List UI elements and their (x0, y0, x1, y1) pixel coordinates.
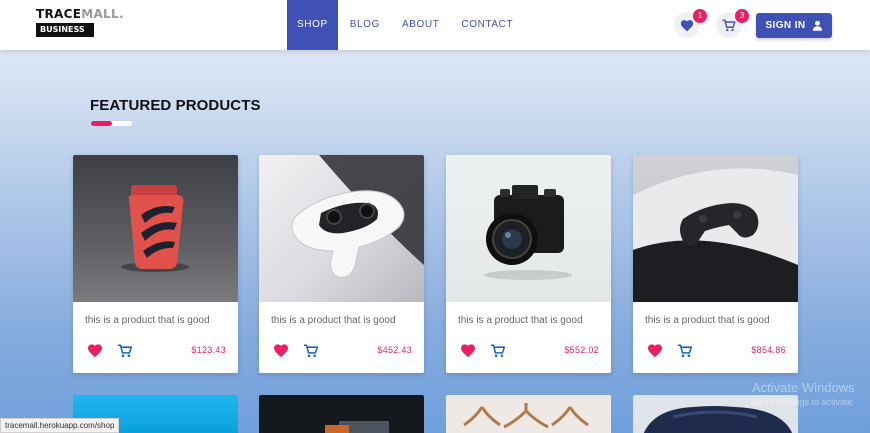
product-card[interactable]: this is a product that is good $452.43 (259, 155, 424, 373)
product-card[interactable]: this is a product that is good $552.02 (446, 155, 611, 373)
cart-icon[interactable] (677, 344, 693, 358)
product-image-camera[interactable] (446, 155, 611, 302)
cart-icon[interactable] (490, 344, 506, 358)
heart-icon (680, 19, 694, 31)
product-image-hangers[interactable] (446, 395, 611, 433)
activation-watermark: Activate Windows Go to Settings to activ… (752, 380, 855, 407)
user-icon (812, 20, 822, 31)
heart-icon[interactable] (647, 343, 663, 358)
navbar: TRACEMALL. BUSINESS SHOP BLOG ABOUT CONT… (0, 0, 870, 50)
heart-icon[interactable] (460, 343, 476, 358)
product-image-dark-product[interactable] (259, 395, 424, 433)
section-title: FEATURED PRODUCTS (90, 97, 261, 114)
nav-link-shop[interactable]: SHOP (287, 0, 338, 50)
cart-icon (722, 19, 736, 31)
wishlist-count-badge: 1 (693, 9, 707, 23)
product-image-game-console[interactable] (633, 155, 798, 302)
section-title-underline (91, 121, 132, 126)
product-price: $452.43 (377, 345, 412, 355)
cart-count-badge: 3 (735, 9, 749, 23)
status-bar-url: tracemall.herokuapp.com/shop (0, 418, 120, 433)
nav-link-blog[interactable]: BLOG (339, 0, 391, 50)
brand-logo[interactable]: TRACEMALL. BUSINESS (36, 8, 124, 37)
product-image-red-lighter[interactable] (73, 155, 238, 302)
cart-button[interactable]: 3 (716, 9, 749, 38)
sign-in-label: SIGN IN (765, 20, 806, 31)
cart-icon[interactable] (303, 344, 319, 358)
product-card[interactable]: this is a product that is good $123.43 (73, 155, 238, 373)
brand-name: TRACEMALL. (36, 7, 124, 21)
product-price: $123.43 (191, 345, 226, 355)
watermark-title: Activate Windows (752, 380, 855, 395)
cart-icon[interactable] (117, 344, 133, 358)
product-image-game-controller[interactable] (259, 155, 424, 302)
nav-link-contact[interactable]: CONTACT (450, 0, 524, 50)
product-description: this is a product that is good (271, 315, 396, 326)
watermark-subtitle: Go to Settings to activate (752, 397, 853, 407)
heart-icon[interactable] (273, 343, 289, 358)
product-price: $552.02 (564, 345, 599, 355)
product-description: this is a product that is good (645, 315, 770, 326)
product-description: this is a product that is good (85, 315, 210, 326)
nav-links: SHOP BLOG ABOUT CONTACT (287, 0, 524, 50)
nav-link-about[interactable]: ABOUT (391, 0, 450, 50)
product-description: this is a product that is good (458, 315, 583, 326)
brand-badge: BUSINESS (36, 23, 94, 37)
product-price: $854.86 (751, 345, 786, 355)
wishlist-button[interactable]: 1 (674, 9, 707, 38)
heart-icon[interactable] (87, 343, 103, 358)
product-card[interactable]: this is a product that is good $854.86 (633, 155, 798, 373)
sign-in-button[interactable]: SIGN IN (756, 13, 832, 38)
